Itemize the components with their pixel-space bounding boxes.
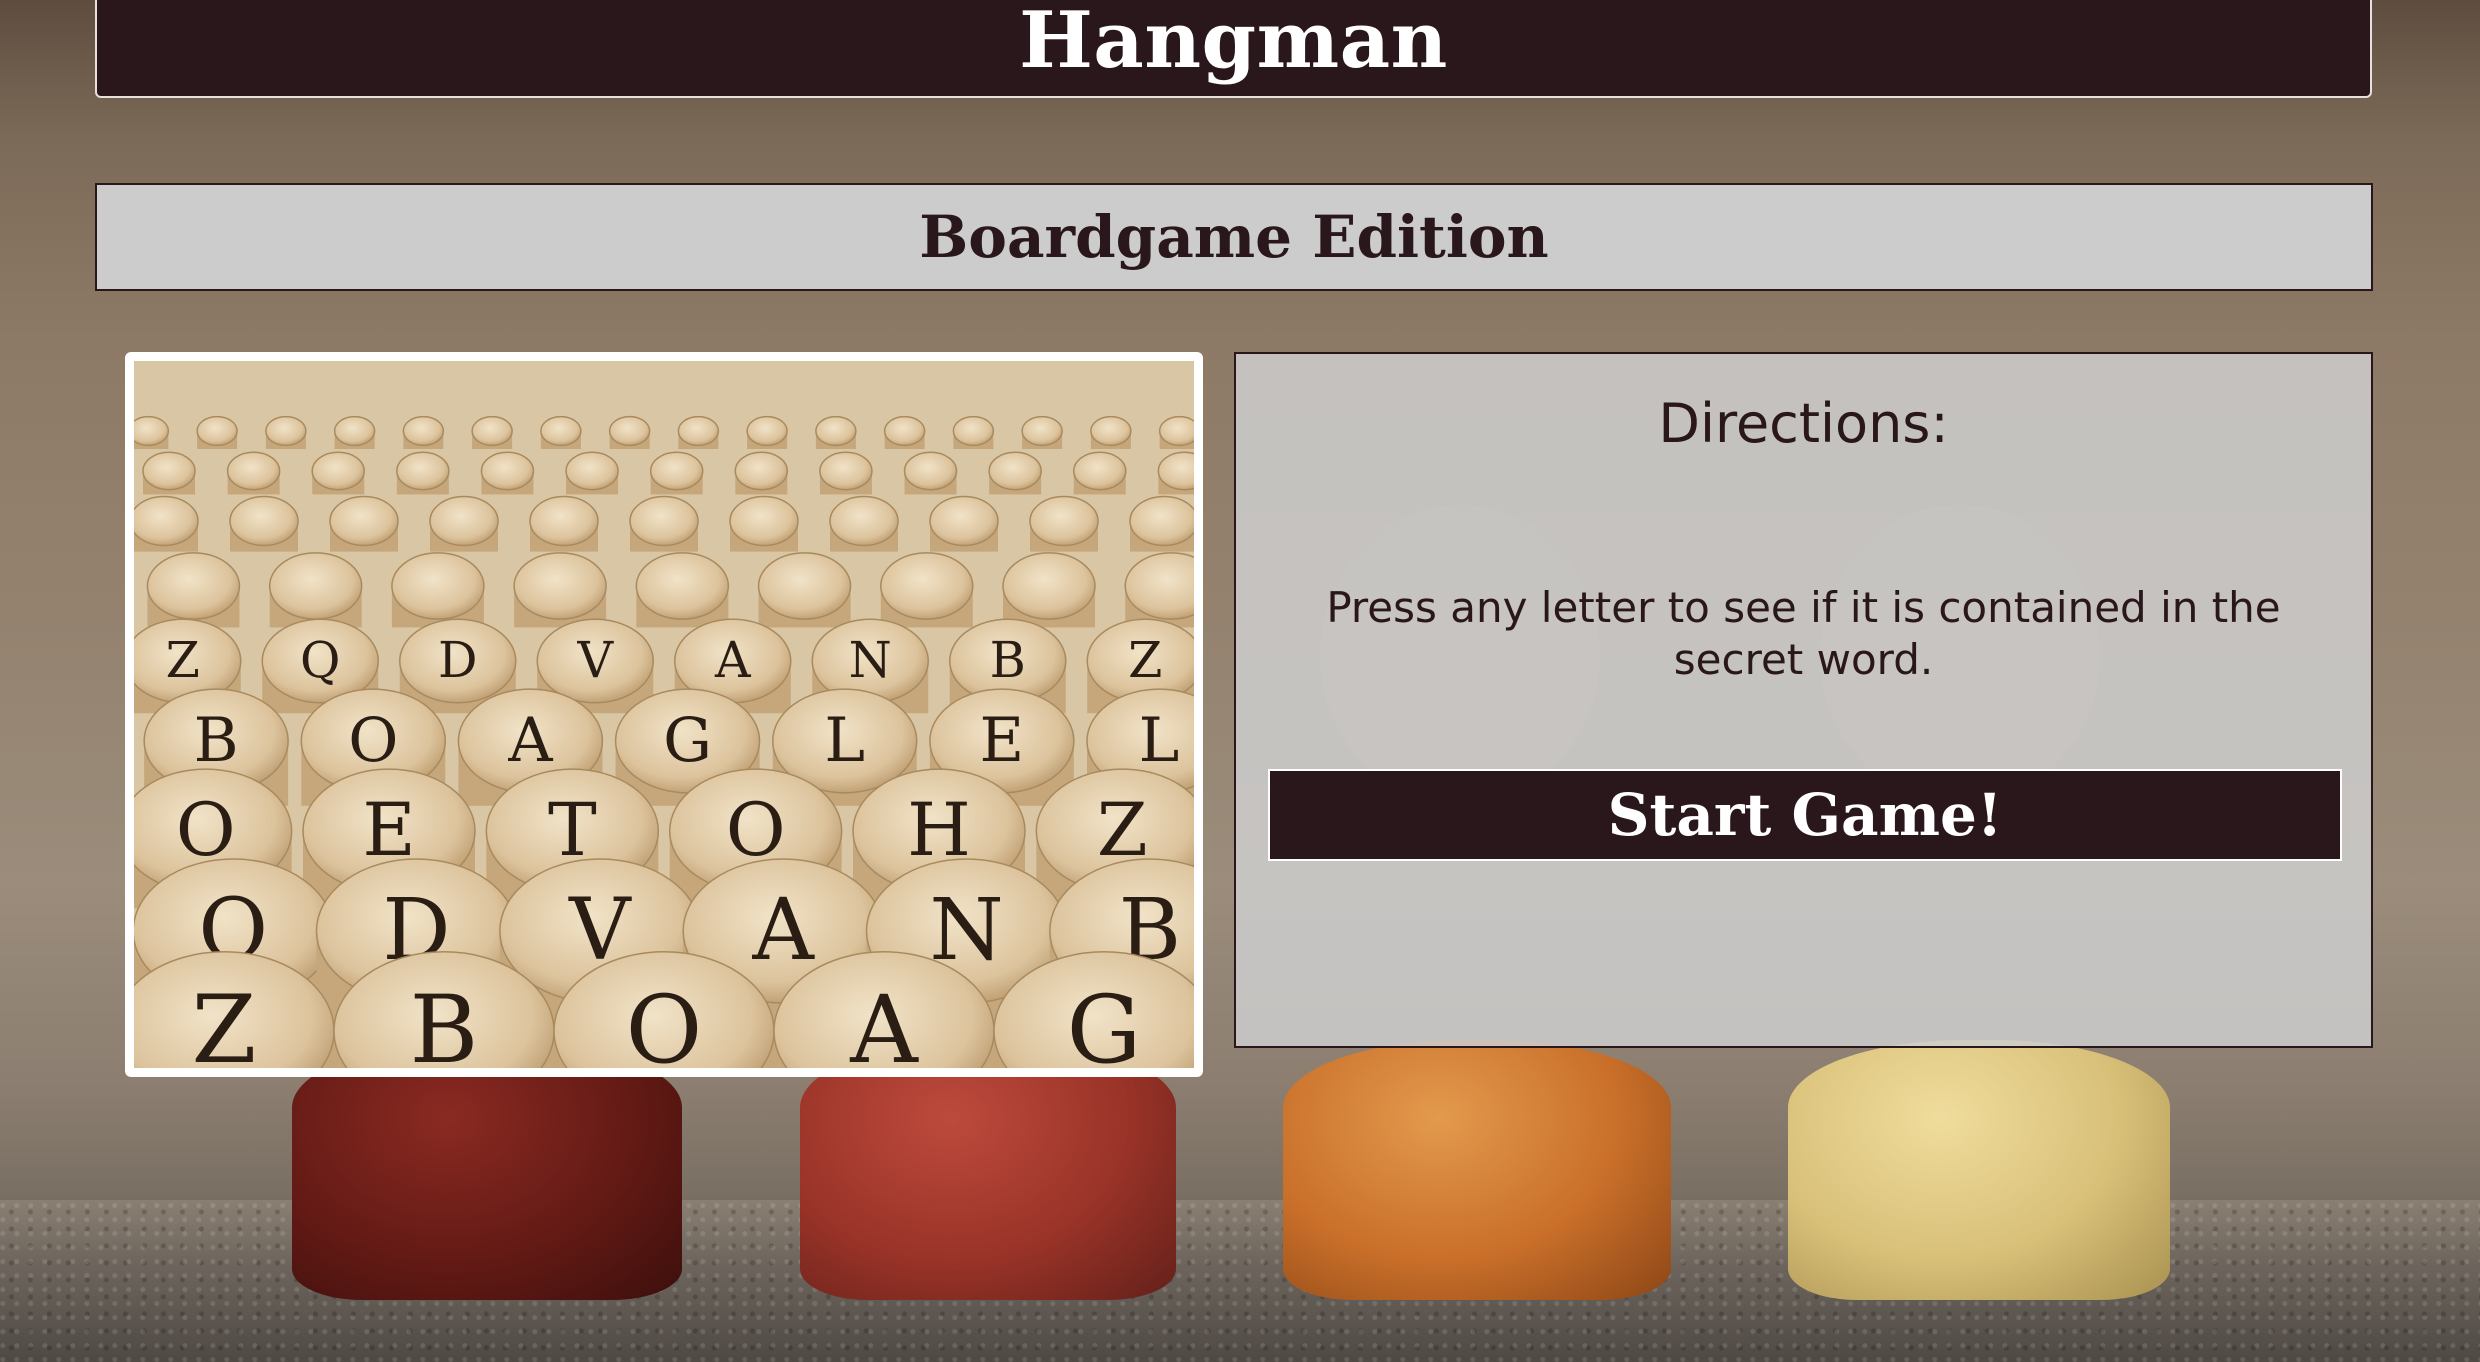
die-letter: N bbox=[849, 631, 892, 689]
die-letter: O bbox=[348, 705, 398, 776]
letter-die bbox=[471, 415, 513, 449]
background-pawn-red bbox=[800, 1040, 1176, 1300]
letter-die bbox=[1073, 451, 1127, 495]
letter-die bbox=[402, 415, 445, 449]
die-letter: G bbox=[1067, 976, 1142, 1068]
letter-die bbox=[1021, 415, 1063, 449]
letter-die bbox=[988, 451, 1042, 495]
letter-die bbox=[1158, 415, 1194, 449]
letter-die bbox=[480, 451, 535, 495]
letter-die bbox=[134, 495, 199, 552]
die-letter: A bbox=[507, 705, 553, 776]
die-letter: A bbox=[714, 631, 752, 689]
directions-text: Press any letter to see if it is contain… bbox=[1326, 583, 2281, 684]
letter-die bbox=[629, 495, 699, 552]
die-letter: G bbox=[663, 705, 712, 776]
letter-die bbox=[513, 552, 607, 628]
letter-die bbox=[1090, 415, 1132, 449]
letter-die bbox=[311, 451, 365, 495]
die-letter: Z bbox=[166, 631, 200, 689]
die-letter: V bbox=[576, 631, 614, 689]
die-letter: Q bbox=[300, 631, 340, 689]
start-game-button[interactable]: Start Game! bbox=[1268, 769, 2342, 861]
letter-die bbox=[952, 415, 995, 449]
letter-die bbox=[529, 495, 599, 552]
directions-panel: Directions: Press any letter to see if i… bbox=[1234, 352, 2373, 1048]
subtitle: Boardgame Edition bbox=[919, 203, 1549, 271]
letter-die bbox=[333, 415, 376, 449]
letter-dice-image: Z Q D V A N B ZB O A G L E LO E T O H ZQ D V A N BZ B O A G bbox=[134, 361, 1194, 1068]
die-letter: B bbox=[990, 631, 1026, 689]
letter-die bbox=[268, 552, 363, 628]
letter-die bbox=[819, 451, 873, 495]
letter-die bbox=[677, 415, 720, 449]
letter-die bbox=[429, 495, 499, 552]
letter-die bbox=[226, 451, 281, 495]
letter-die bbox=[608, 415, 651, 449]
letter-die bbox=[540, 415, 582, 449]
letter-die bbox=[146, 552, 241, 628]
letter-die bbox=[635, 552, 730, 628]
die-letter: B bbox=[410, 976, 479, 1068]
letter-die bbox=[1129, 495, 1194, 552]
letter-die bbox=[729, 495, 799, 552]
letter-die bbox=[196, 415, 238, 449]
die-letter: A bbox=[849, 976, 919, 1068]
die-letter: E bbox=[980, 705, 1025, 776]
letter-die bbox=[734, 451, 789, 495]
die-letter: D bbox=[438, 631, 478, 689]
die-letter: Z bbox=[1128, 631, 1162, 689]
letter-die bbox=[829, 495, 899, 552]
letter-die bbox=[265, 415, 307, 449]
die-letter: L bbox=[1139, 705, 1180, 776]
background-pawn-orange bbox=[1283, 1040, 1671, 1300]
die-letter: A bbox=[751, 881, 815, 980]
letter-die bbox=[1029, 495, 1099, 552]
letter-die bbox=[903, 451, 958, 495]
letter-die bbox=[134, 415, 170, 449]
die-letter: L bbox=[824, 705, 865, 776]
letter-die bbox=[746, 415, 788, 449]
letter-die bbox=[229, 495, 299, 552]
hangman-image: ZQDVANBZBOAGLELOETOHZQDVANBZBOAG bbox=[125, 352, 1203, 1077]
page-title: Hangman bbox=[1019, 0, 1448, 86]
letter-die bbox=[329, 495, 399, 552]
letter-die bbox=[883, 415, 926, 449]
letter-die bbox=[649, 451, 704, 495]
letter-die bbox=[929, 495, 999, 552]
header-bar: Hangman bbox=[95, 0, 2372, 98]
letter-die bbox=[1002, 552, 1096, 628]
die-letter: B bbox=[194, 705, 239, 776]
start-game-button-label: Start Game! bbox=[1607, 781, 2003, 849]
letter-die bbox=[757, 552, 852, 628]
letter-die bbox=[815, 415, 857, 449]
letter-die bbox=[391, 552, 485, 628]
letter-die bbox=[396, 451, 450, 495]
directions-title: Directions: bbox=[1658, 392, 1949, 455]
background-pawn-yellow bbox=[1788, 1040, 2170, 1300]
letter-die bbox=[880, 552, 974, 628]
letter-die bbox=[142, 451, 196, 495]
letter-die bbox=[565, 451, 619, 495]
die-letter: Z bbox=[192, 976, 257, 1068]
die-letter: O bbox=[626, 976, 703, 1068]
subheader-bar: Boardgame Edition bbox=[95, 183, 2373, 291]
background-pawn-dark-red bbox=[292, 1040, 682, 1300]
